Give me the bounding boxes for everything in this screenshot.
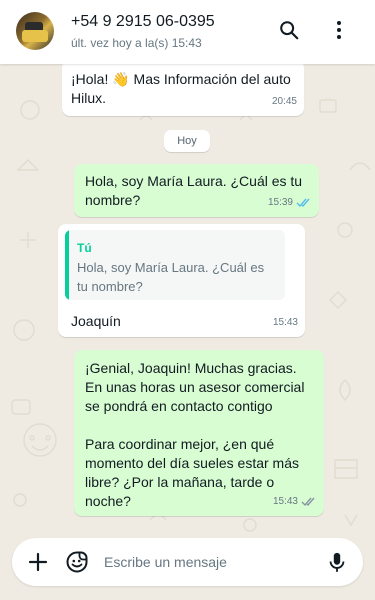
double-check-icon [296,198,310,208]
search-button[interactable] [277,18,301,42]
chat-header: +54 9 2915 06-0395 últ. vez hoy a la(s) … [0,0,375,64]
sticker-icon [66,551,88,573]
contact-last-seen: últ. vez hoy a la(s) 15:43 [71,36,202,50]
contact-name[interactable]: +54 9 2915 06-0395 [71,13,215,31]
more-vert-icon [337,21,341,39]
sticker-button[interactable] [65,550,89,574]
double-check-icon [301,497,315,507]
avatar-vehicle-body [22,30,48,42]
date-separator: Hoy [164,130,210,152]
mic-icon [329,552,345,573]
contact-avatar[interactable] [16,12,54,50]
quote-text: Hola, soy María Laura. ¿Cuál es tu nombr… [77,260,265,294]
message-time: 15:43 [272,317,298,328]
quoted-message[interactable]: Tú Hola, soy María Laura. ¿Cuál es tu no… [65,230,285,300]
message-bubble-incoming-reply[interactable]: Tú Hola, soy María Laura. ¿Cuál es tu no… [58,224,305,337]
message-input[interactable] [104,550,314,574]
message-bubble-outgoing[interactable]: ¡Genial, Joaquin! Muchas gracias. En una… [74,350,324,516]
quote-accent-bar [65,230,69,300]
quote-author: Tú [77,241,92,255]
message-time: 15:43 [272,496,298,507]
message-text: ¡Genial, Joaquin! Muchas gracias. En una… [85,360,305,509]
message-meta: 15:39 [268,193,312,212]
message-bubble-incoming[interactable]: ¡Hola! 👋 Mas Información del auto Hilux.… [62,60,304,116]
more-options-button[interactable] [327,18,351,42]
message-meta: 20:45 [272,92,297,111]
voice-message-button[interactable] [325,550,349,574]
message-text: ¡Hola! 👋 Mas Información del auto Hilux. [71,71,295,106]
message-meta: 15:43 [273,313,298,332]
search-icon [280,21,299,40]
message-bubble-outgoing[interactable]: Hola, soy María Laura. ¿Cuál es tu nombr… [74,164,319,217]
message-composer [12,538,363,586]
message-time: 15:39 [267,197,293,208]
message-time: 20:45 [271,96,297,107]
message-text: Joaquín [71,313,121,329]
plus-icon [28,552,48,572]
attach-button[interactable] [26,550,50,574]
message-meta: 15:43 [273,492,317,511]
